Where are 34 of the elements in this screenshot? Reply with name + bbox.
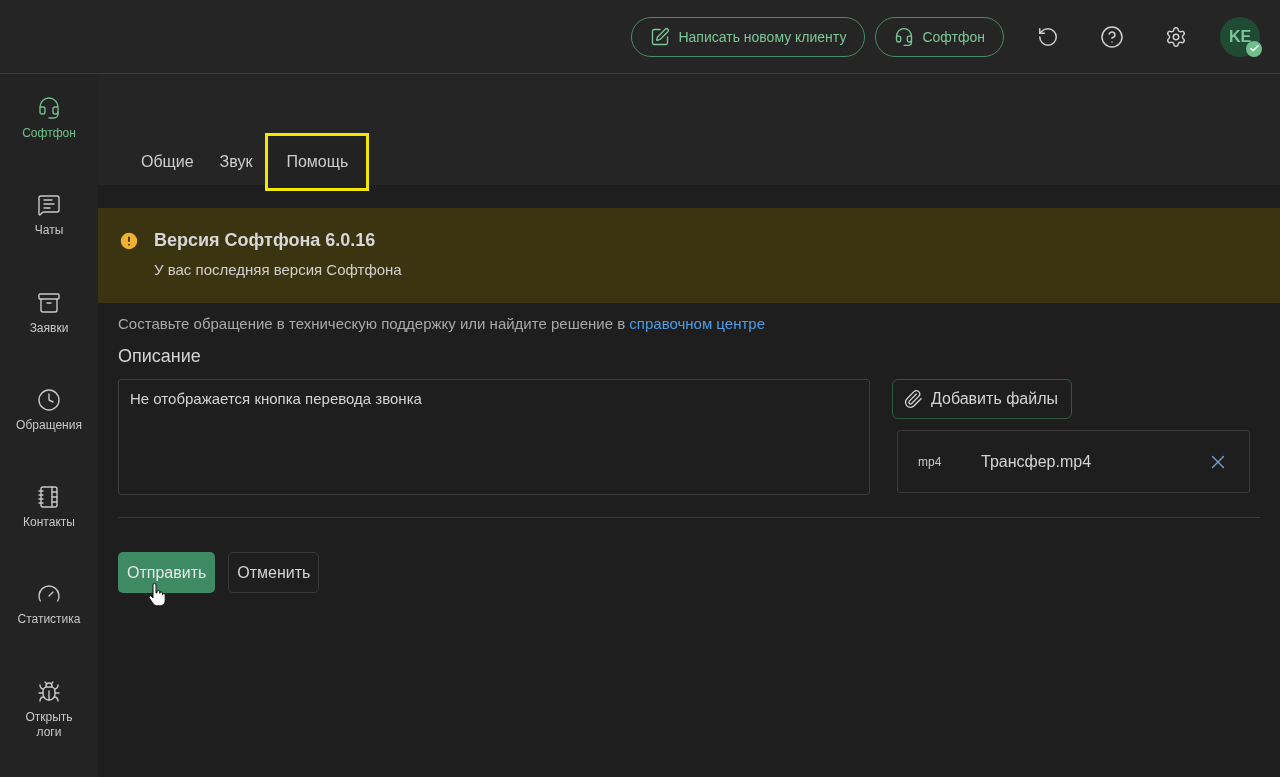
help-icon <box>1100 24 1124 49</box>
notice-text: У вас последняя версия Софтфона <box>154 261 402 278</box>
sidebar-item[interactable]: Обращения <box>0 387 98 486</box>
hand-cursor-icon <box>148 583 166 607</box>
sidebar-item[interactable]: Статистика <box>0 582 98 680</box>
sidebar-item[interactable]: Чаты <box>0 193 98 291</box>
tab[interactable]: Помощь <box>265 133 370 191</box>
add-files-button[interactable]: Добавить файлы <box>892 379 1072 419</box>
headset-icon <box>894 26 915 47</box>
file-type: mp4 <box>918 454 943 469</box>
paperclip-icon <box>903 389 923 409</box>
book-icon <box>37 485 61 510</box>
pencil-square-icon <box>650 26 671 47</box>
headset-icon <box>37 96 61 120</box>
sidebar-item[interactable]: Открыть логи <box>0 679 98 777</box>
help-center-link[interactable]: справочном центре <box>629 315 765 332</box>
bug-icon <box>37 679 61 704</box>
description-field[interactable]: Не отображается кнопка перевода звонка <box>118 379 870 495</box>
clock-icon <box>37 387 61 412</box>
settings-icon <box>1165 25 1187 48</box>
chat-icon <box>37 193 61 218</box>
intro-text: Составьте обращение в техническую поддержку или найдите решение в справочном центре <box>118 315 766 332</box>
notice-title: Версия Софтфона 6.0.16 <box>154 230 377 251</box>
cancel-button[interactable]: Отменить <box>228 552 320 593</box>
sidebar-item[interactable]: Контакты <box>0 485 98 583</box>
sidebar-item[interactable]: Софтфон <box>0 96 98 194</box>
tab[interactable]: Общие <box>128 133 207 191</box>
warning-icon <box>118 230 140 252</box>
user-avatar[interactable]: KE <box>1220 16 1260 57</box>
tab[interactable]: Звук <box>206 133 266 191</box>
refresh-icon <box>1037 25 1059 48</box>
file-name: Трансфер.mp4 <box>981 452 1093 471</box>
description-label: Описание <box>118 346 202 367</box>
sidebar-item[interactable]: Заявки <box>0 290 98 388</box>
